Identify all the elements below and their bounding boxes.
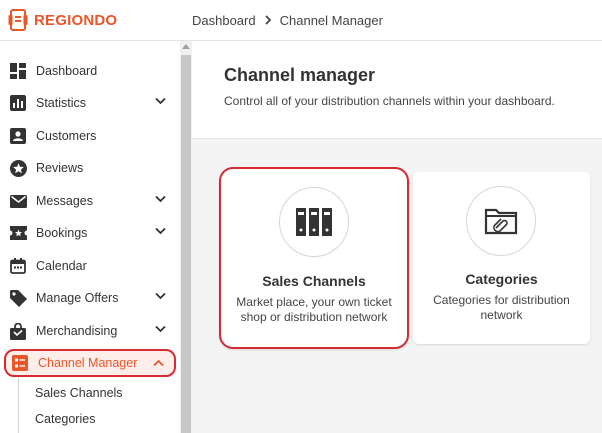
sidebar-item-label: Customers	[36, 129, 97, 143]
sidebar-item-channel-manager[interactable]: Channel Manager	[4, 349, 176, 377]
sidebar-item-customers[interactable]: Customers	[4, 122, 176, 150]
categories-card[interactable]: Categories Categories for distribution n…	[413, 172, 590, 344]
chevron-right-icon	[264, 15, 271, 25]
dashboard-icon	[9, 62, 27, 80]
sidebar-item-label: Statistics	[36, 96, 87, 110]
card-description-line-2: network	[480, 308, 523, 322]
calendar-icon	[9, 257, 27, 275]
sidebar-item-label: Manage Offers	[36, 291, 119, 305]
page-title: Channel manager	[224, 65, 376, 85]
sidebar-item-label: Merchandising	[36, 324, 118, 338]
sidebar-item-merchandising[interactable]: Merchandising	[4, 317, 176, 345]
chevron-down-icon[interactable]	[155, 195, 166, 203]
shopping-bag-icon	[9, 322, 27, 340]
channel-icon	[11, 354, 29, 372]
regiondo-logo-icon	[8, 9, 28, 31]
sidebar-item-label: Calendar	[36, 259, 87, 273]
sidebar-item-bookings[interactable]: Bookings	[4, 219, 176, 247]
chevron-down-icon[interactable]	[155, 292, 166, 300]
breadcrumb-home[interactable]: Dashboard	[192, 13, 256, 28]
sidebar-item-messages[interactable]: Messages	[4, 187, 176, 215]
page-header: Channel manager Control all of your dist…	[192, 41, 602, 139]
card-title: Categories	[465, 271, 538, 287]
card-description-line-2: shop or distribution network	[240, 310, 388, 324]
chevron-up-icon[interactable]	[153, 359, 164, 367]
page-subtitle: Control all of your distribution channel…	[224, 94, 555, 108]
sidebar-item-calendar[interactable]: Calendar	[4, 252, 176, 280]
folder-icon-circle	[466, 186, 536, 256]
submenu-item-categories[interactable]: Categories	[35, 412, 95, 426]
scroll-up-arrow-icon[interactable]	[182, 44, 190, 49]
card-description-line-1: Market place, your own ticket	[236, 295, 392, 309]
sidebar-item-reviews[interactable]: Reviews	[4, 154, 176, 182]
sidebar-item-label: Reviews	[36, 161, 84, 175]
star-icon	[9, 159, 27, 177]
ticket-icon	[9, 224, 27, 242]
bar-chart-icon	[9, 94, 27, 112]
main-content: Channel manager Control all of your dist…	[192, 41, 602, 433]
folder-icon	[484, 208, 518, 235]
binders-icon	[296, 208, 332, 236]
card-title: Sales Channels	[262, 273, 366, 289]
submenu-item-sales-channels[interactable]: Sales Channels	[35, 386, 123, 400]
logo[interactable]: REGIONDO	[0, 9, 176, 31]
scrollbar-thumb[interactable]	[181, 55, 191, 433]
sidebar-item-label: Channel Manager	[38, 356, 138, 370]
chevron-down-icon[interactable]	[155, 97, 166, 105]
person-icon	[9, 127, 27, 145]
sidebar-scrollbar[interactable]	[180, 41, 192, 433]
breadcrumb: Dashboard Channel Manager	[176, 13, 383, 28]
tag-icon	[9, 289, 27, 307]
sidebar-item-label: Dashboard	[36, 64, 98, 78]
sales-channels-card[interactable]: Sales Channels Market place, your own ti…	[219, 167, 409, 349]
sidebar-item-manage-offers[interactable]: Manage Offers	[4, 284, 176, 312]
breadcrumb-current: Channel Manager	[279, 12, 383, 28]
sidebar-item-statistics[interactable]: Statistics	[4, 89, 176, 117]
top-bar: REGIONDO Dashboard Channel Manager	[0, 0, 602, 41]
chevron-down-icon[interactable]	[155, 227, 166, 235]
chevron-down-icon[interactable]	[155, 325, 166, 333]
envelope-icon	[9, 192, 27, 210]
sidebar: Dashboard Statistics Customers Reviews M…	[0, 41, 180, 433]
submenu-line	[18, 378, 19, 433]
sidebar-item-label: Messages	[36, 194, 93, 208]
binders-icon-circle	[279, 187, 349, 257]
card-description-line-1: Categories for distribution	[433, 293, 570, 307]
sidebar-item-label: Bookings	[36, 226, 88, 240]
sidebar-item-dashboard[interactable]: Dashboard	[4, 57, 176, 85]
brand-name: REGIONDO	[34, 11, 118, 29]
